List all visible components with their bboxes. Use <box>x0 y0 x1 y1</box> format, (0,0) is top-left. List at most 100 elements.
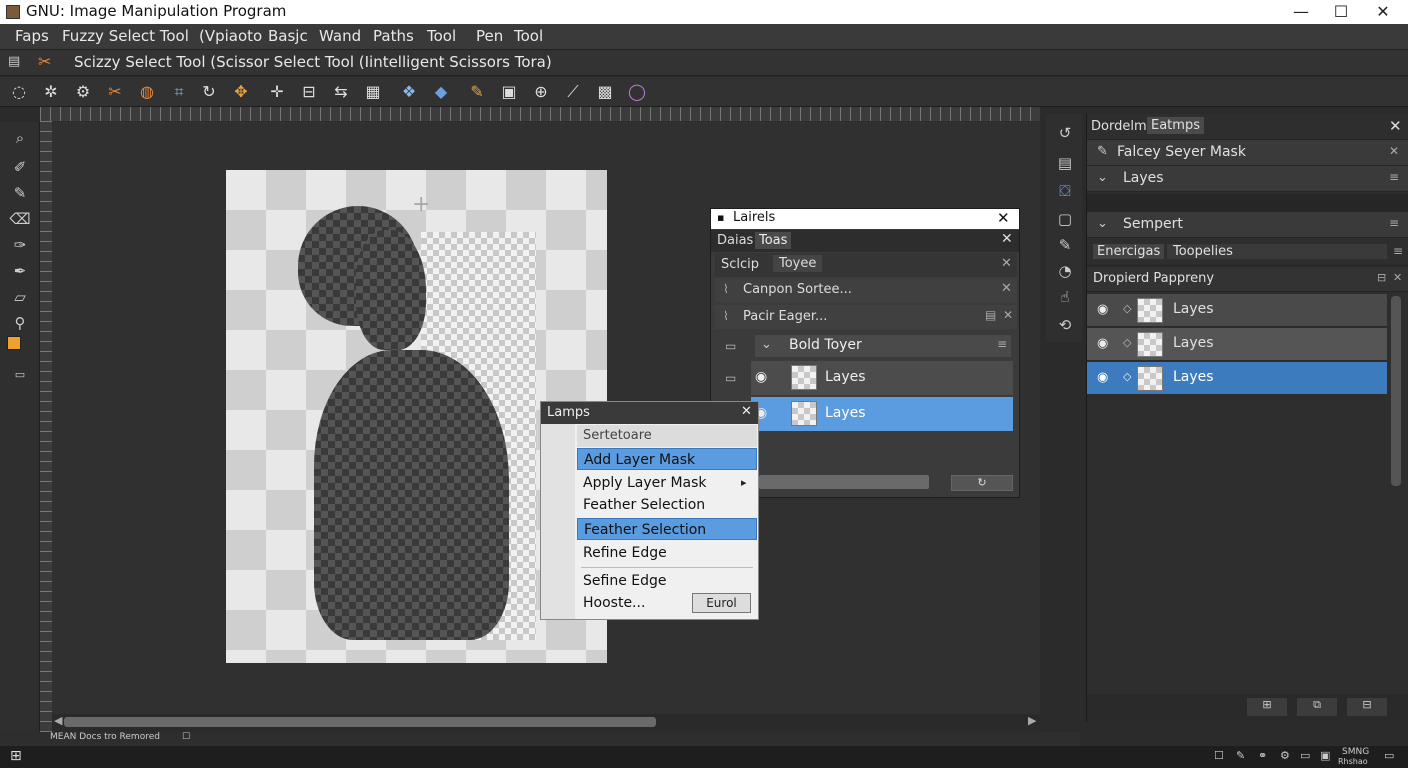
panel-layer-row-3[interactable]: ◉ ◇ Layes <box>1087 362 1387 395</box>
tray-display-icon[interactable]: ▭ <box>1300 749 1310 762</box>
group-menu-icon[interactable]: ≡ <box>997 337 1007 351</box>
move-icon[interactable]: ✛ <box>266 81 288 103</box>
perspective-icon[interactable]: ◆ <box>430 81 452 103</box>
tray-window-icon[interactable]: ☐ <box>1214 749 1224 762</box>
tab-sclcip[interactable]: Sclcip <box>721 257 759 272</box>
close-button[interactable]: ✕ <box>1360 0 1406 24</box>
menu-vpiaoto[interactable]: (Vpiaoto <box>199 27 262 45</box>
chevron-down-icon[interactable]: ⌄ <box>1097 170 1108 185</box>
crop-icon[interactable]: ⌗ <box>168 81 190 103</box>
smudge-icon[interactable]: ⟋ <box>562 81 584 103</box>
panel-scrollbar[interactable] <box>1391 296 1401 486</box>
document-icon[interactable]: ▤ <box>8 54 20 69</box>
brush-dock-icon[interactable]: ✎ <box>1054 236 1076 258</box>
menu-tool-2[interactable]: Tool <box>514 27 543 45</box>
dialog-layer-row-1[interactable]: ◉ Layes <box>751 361 1013 395</box>
eye-icon[interactable]: ◉ <box>755 369 767 385</box>
menu-pen[interactable]: Pen <box>476 27 503 45</box>
panel-row-mask[interactable]: ✎ Falcey Seyer Mask ✕ <box>1087 140 1408 166</box>
foreground-color-swatch[interactable] <box>7 336 21 350</box>
patterns-icon[interactable]: ◔ <box>1054 262 1076 284</box>
color-wheel-icon[interactable]: ◯ <box>626 81 648 103</box>
tray-settings-icon[interactable]: ⚙ <box>1280 749 1290 762</box>
panel-layer-row-2[interactable]: ◉ ◇ Layes <box>1087 328 1387 361</box>
row-menu-icon[interactable]: ≡ <box>1389 170 1399 184</box>
color-select-icon[interactable]: ⚙ <box>72 81 94 103</box>
tab-enercigas[interactable]: Enercigas <box>1093 244 1165 259</box>
undo-icon[interactable]: ⟲ <box>1054 316 1076 338</box>
start-icon[interactable]: ⊞ <box>10 748 22 764</box>
flip-icon[interactable]: ⇆ <box>330 81 352 103</box>
menu-apply-layer-mask[interactable]: Apply Layer Mask <box>577 472 757 494</box>
dialog-slider[interactable] <box>759 475 929 489</box>
panel-close-icon[interactable]: ✕ <box>1389 117 1402 135</box>
warp-icon[interactable]: ❖ <box>398 81 420 103</box>
group-chevron-icon[interactable]: ⌄ <box>761 337 772 352</box>
dodge-icon[interactable]: ▩ <box>594 81 616 103</box>
chain-icon[interactable]: ◇ <box>1123 336 1131 349</box>
ink-icon[interactable]: ✒ <box>8 260 32 282</box>
tab-daias[interactable]: Daias <box>717 233 753 248</box>
rotate-icon[interactable]: ↻ <box>198 81 220 103</box>
fill-icon[interactable]: ▣ <box>498 81 520 103</box>
menu-fuzzy-select-tool[interactable]: Fuzzy Select Tool <box>62 27 189 45</box>
horizontal-scrollbar[interactable]: ◀ ▶ <box>52 714 1040 730</box>
new-layer-icon[interactable]: ⊞ <box>1247 698 1287 716</box>
hand-icon[interactable]: ☝ <box>1054 288 1076 310</box>
maximize-button[interactable]: ☐ <box>1318 0 1364 24</box>
eye-icon[interactable]: ◉ <box>1097 370 1108 385</box>
row-menu-icon[interactable]: ≡ <box>1389 216 1399 230</box>
menu-tool[interactable]: Tool <box>427 27 456 45</box>
item-1-close-icon[interactable]: ✕ <box>1001 281 1012 296</box>
scissors-select-icon[interactable]: ✂ <box>104 81 126 103</box>
row-close-icon[interactable]: ✕ <box>1389 144 1399 158</box>
fuzzy-select-icon[interactable]: ✲ <box>40 81 62 103</box>
chain-icon[interactable]: ◇ <box>1123 302 1131 315</box>
scroll-thumb[interactable] <box>64 717 656 727</box>
transform-icon[interactable]: ✥ <box>230 81 252 103</box>
heal-icon[interactable]: ⊕ <box>530 81 552 103</box>
menu-feather-selection[interactable]: Feather Selection <box>577 494 757 516</box>
tray-link-icon[interactable]: ⚭ <box>1258 749 1267 762</box>
tray-pen-icon[interactable]: ✎ <box>1236 749 1245 762</box>
layers-item-1[interactable]: ⌇ Canpon Sortee... ✕ <box>715 278 1017 302</box>
layer-1-checkbox[interactable]: ▭ <box>725 371 736 385</box>
menu-basjc[interactable]: Basjc <box>268 27 308 45</box>
item-2-close-icon[interactable]: ✕ <box>1003 308 1013 322</box>
paint-icon[interactable]: ✎ <box>466 81 488 103</box>
dialog-layer-row-2[interactable]: ◉ Layes <box>751 397 1013 431</box>
scissors-tool-icon[interactable]: ✂ <box>38 52 51 71</box>
layers-item-2[interactable]: ⌇ Pacir Eager... ▤ ✕ <box>715 305 1017 329</box>
menu-faps[interactable]: Faps <box>15 27 49 45</box>
section-close-icon[interactable]: ✕ <box>1393 271 1402 284</box>
panel-row-sempert[interactable]: ⌄ Sempert ≡ <box>1087 212 1408 238</box>
duplicate-layer-icon[interactable]: ⧉ <box>1297 698 1337 716</box>
pencil-icon[interactable]: ✎ <box>8 182 32 204</box>
paintbrush-icon[interactable]: ✐ <box>8 156 32 178</box>
layer-group-row[interactable]: ⌄ Bold Toyer ≡ <box>755 335 1011 357</box>
scroll-right-icon[interactable]: ▶ <box>1028 714 1036 727</box>
tab-toas[interactable]: Toas <box>755 232 792 249</box>
status-toggle-icon[interactable]: ☐ <box>182 732 190 742</box>
panel-layer-row-1[interactable]: ◉ ◇ Layes <box>1087 294 1387 327</box>
menu-refine-edge[interactable]: Refine Edge <box>577 542 757 564</box>
foreground-select-icon[interactable]: ◍ <box>136 81 158 103</box>
subtab-close-icon[interactable]: ✕ <box>1001 256 1012 271</box>
eye-icon[interactable]: ◉ <box>1097 336 1108 351</box>
clone-icon[interactable]: ▱ <box>8 286 32 308</box>
airbrush-icon[interactable]: ✑ <box>8 234 32 256</box>
tab-toyee[interactable]: Toyee <box>773 255 823 272</box>
subtabs-menu-icon[interactable]: ≡ <box>1393 244 1403 258</box>
cage-icon[interactable]: ▦ <box>362 81 384 103</box>
blur-icon[interactable]: ⚲ <box>8 312 32 334</box>
menu-sefine-edge[interactable]: Sefine Edge <box>577 570 757 592</box>
menu-hooste[interactable]: Hooste... <box>577 592 677 614</box>
images-icon[interactable]: ▢ <box>1054 210 1076 232</box>
eraser-icon[interactable]: ⌫ <box>8 208 32 230</box>
bucket-icon[interactable]: ⛋ <box>1054 182 1076 204</box>
layers-dialog-close-icon[interactable]: ✕ <box>997 209 1010 227</box>
context-menu-close-icon[interactable]: ✕ <box>741 404 752 419</box>
tabs-close-icon[interactable]: ✕ <box>1001 231 1013 247</box>
panel-row-layers[interactable]: ⌄ Layes ≡ <box>1087 166 1408 192</box>
refresh-icon[interactable]: ↻ <box>951 475 1013 491</box>
